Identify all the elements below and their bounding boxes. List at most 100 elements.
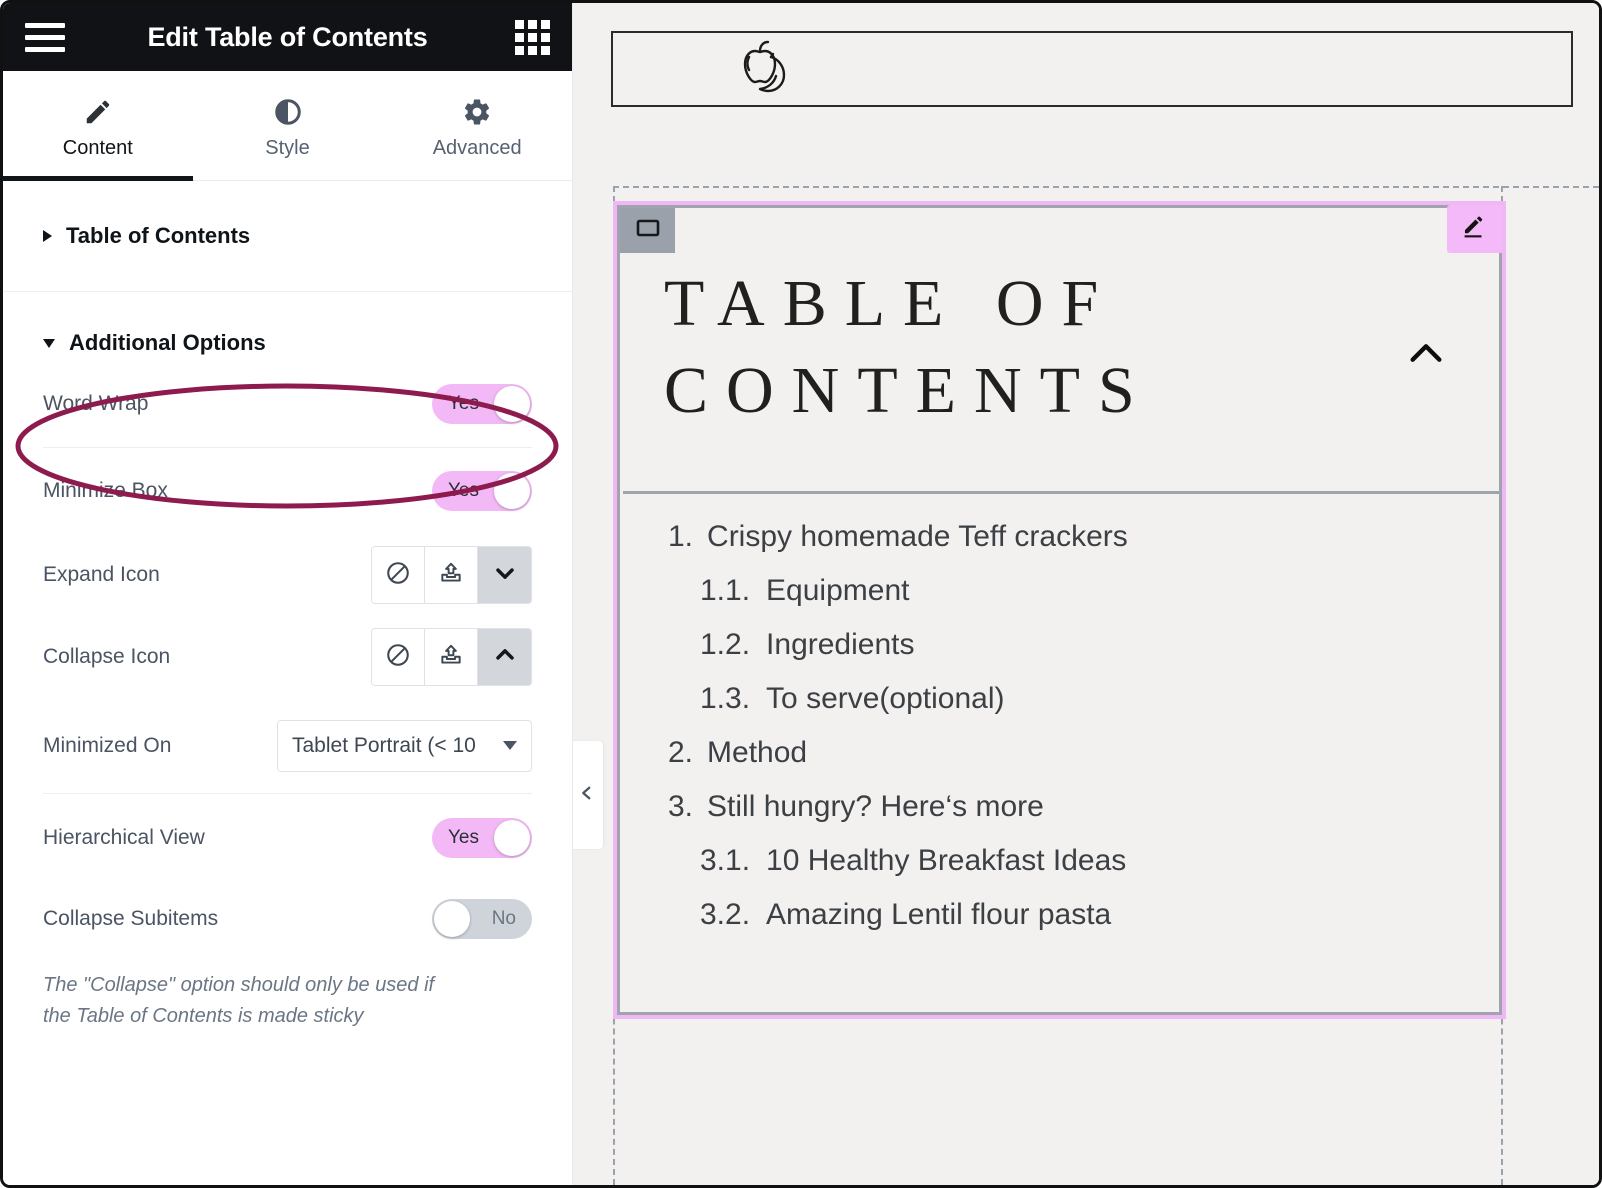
item-text: Equipment: [766, 574, 910, 607]
pencil-icon: [83, 97, 113, 127]
option-row-collapse-subitems: Collapse Subitems No: [43, 882, 532, 956]
list-item[interactable]: 1.2. Ingredients: [664, 630, 1459, 660]
upload-icon: [438, 642, 464, 673]
option-row-word-wrap: Word Wrap Yes: [43, 360, 532, 448]
toc-collapse-toggle[interactable]: [1405, 338, 1447, 373]
tab-style-label: Style: [265, 137, 310, 159]
collapse-icon-choices: [371, 628, 532, 686]
toc-list: 1. Crispy homemade Teff crackers 1.1. Eq…: [664, 522, 1459, 954]
caret-down-icon: [43, 338, 55, 348]
collapse-option-note: The "Collapse" option should only be use…: [43, 974, 435, 1027]
item-text: Still hungry? Here‘s more: [707, 790, 1044, 823]
item-text: Ingredients: [766, 628, 915, 661]
item-text: Amazing Lentil flour pasta: [766, 898, 1112, 931]
options-list: Word Wrap Yes Minimize Box Yes Expand Ic…: [3, 360, 572, 956]
expand-icon-label: Expand Icon: [43, 563, 160, 586]
item-number: 1.3.: [700, 682, 751, 715]
hierarchical-view-label: Hierarchical View: [43, 826, 205, 849]
section-table-of-contents-head[interactable]: Table of Contents: [43, 223, 532, 249]
option-row-hierarchical-view: Hierarchical View Yes: [43, 794, 532, 882]
list-item[interactable]: 3. Still hungry? Here‘s more: [664, 792, 1459, 822]
upload-icon: [438, 560, 464, 591]
option-row-expand-icon: Expand Icon: [43, 534, 532, 616]
tab-advanced[interactable]: Advanced: [382, 71, 572, 180]
hierarchical-view-toggle[interactable]: Yes: [432, 818, 532, 858]
item-text: 10 Healthy Breakfast Ideas: [766, 844, 1127, 877]
caret-right-icon: [43, 230, 52, 242]
item-text: Crispy homemade Teff crackers: [707, 520, 1128, 553]
grid-apps-icon[interactable]: [515, 19, 550, 55]
pencil-edit-icon: [1461, 213, 1488, 245]
word-wrap-toggle[interactable]: Yes: [432, 383, 532, 424]
hamburger-icon[interactable]: [25, 22, 65, 52]
item-number: 3.1.: [700, 844, 751, 877]
section-table-of-contents-title: Table of Contents: [66, 223, 251, 248]
none-icon: [385, 642, 411, 673]
hierarchical-view-value: Yes: [448, 827, 479, 848]
page-title: Edit Table of Contents: [147, 21, 428, 52]
widget-handle[interactable]: [620, 208, 675, 253]
toggle-knob: [494, 385, 530, 422]
tab-content[interactable]: Content: [3, 71, 193, 181]
toc-title: TABLE OF CONTENTS: [664, 267, 1153, 428]
minimized-on-label: Minimized On: [43, 733, 172, 757]
list-item[interactable]: 2. Method: [664, 738, 1459, 768]
word-wrap-label: Word Wrap: [43, 391, 149, 415]
gear-icon: [462, 97, 492, 127]
none-icon: [385, 560, 411, 591]
preview-canvas: TABLE OF CONTENTS 1. Crispy homemade Tef…: [573, 3, 1599, 1185]
collapse-icon-label: Collapse Icon: [43, 645, 171, 668]
section-additional-options-head[interactable]: Additional Options: [43, 330, 532, 356]
chevron-down-icon: [503, 741, 517, 750]
none-icon-choice[interactable]: [372, 547, 425, 603]
list-item[interactable]: 1.1. Equipment: [664, 576, 1459, 606]
editor-panel: Edit Table of Contents Content Style Adv…: [3, 3, 573, 1185]
chevron-down-icon: [491, 559, 519, 592]
chevron-left-icon: [578, 781, 596, 810]
toc-widget[interactable]: TABLE OF CONTENTS 1. Crispy homemade Tef…: [613, 201, 1506, 1019]
panel-tabs: Content Style Advanced: [3, 71, 572, 181]
item-number: 2.: [668, 736, 694, 769]
collapse-subitems-toggle[interactable]: No: [432, 899, 532, 939]
contrast-icon: [273, 97, 303, 127]
list-item[interactable]: 1. Crispy homemade Teff crackers: [664, 522, 1459, 552]
toc-widget-inner: TABLE OF CONTENTS 1. Crispy homemade Tef…: [617, 205, 1502, 1015]
section-table-of-contents[interactable]: Table of Contents: [3, 181, 572, 292]
option-row-minimize-box: Minimize Box Yes: [43, 448, 532, 534]
option-row-minimized-on: Minimized On Tablet Portrait (< 10: [43, 698, 532, 794]
chevron-down-icon-choice[interactable]: [478, 547, 531, 603]
collapse-subitems-label: Collapse Subitems: [43, 907, 219, 930]
word-wrap-value: Yes: [448, 392, 479, 414]
list-item[interactable]: 3.2. Amazing Lentil flour pasta: [664, 900, 1459, 930]
minimized-on-value: Tablet Portrait (< 10: [292, 733, 476, 757]
upload-icon-choice[interactable]: [425, 547, 478, 603]
expand-icon-choices: [371, 546, 532, 604]
minimize-box-toggle[interactable]: Yes: [432, 471, 532, 511]
panel-header: Edit Table of Contents: [3, 3, 572, 71]
minimized-on-select[interactable]: Tablet Portrait (< 10: [277, 719, 532, 772]
chevron-up-icon-choice[interactable]: [478, 629, 531, 685]
panel-collapse-handle[interactable]: [573, 741, 603, 849]
tab-style[interactable]: Style: [193, 71, 383, 180]
widget-edit-button[interactable]: [1447, 205, 1502, 253]
list-item[interactable]: 1.3. To serve(optional): [664, 684, 1459, 714]
toggle-knob: [494, 473, 530, 509]
tab-content-label: Content: [62, 137, 133, 159]
item-number: 1.2.: [700, 628, 751, 661]
chevron-up-icon: [1405, 344, 1447, 372]
app-root: Edit Table of Contents Content Style Adv…: [0, 0, 1602, 1188]
container-guide-top: [613, 186, 1599, 188]
list-item[interactable]: 3.1. 10 Healthy Breakfast Ideas: [664, 846, 1459, 876]
apple-banana-logo: [725, 34, 817, 105]
toggle-knob: [494, 820, 530, 856]
option-row-collapse-icon: Collapse Icon: [43, 616, 532, 698]
upload-icon-choice[interactable]: [425, 629, 478, 685]
item-number: 1.: [668, 520, 694, 553]
item-number: 1.1.: [700, 574, 751, 607]
section-additional-options[interactable]: Additional Options: [3, 292, 572, 360]
item-number: 3.2.: [700, 898, 751, 931]
collapse-subitems-value: No: [491, 908, 516, 929]
toggle-knob: [434, 901, 470, 937]
container-icon: [635, 217, 661, 244]
none-icon-choice[interactable]: [372, 629, 425, 685]
